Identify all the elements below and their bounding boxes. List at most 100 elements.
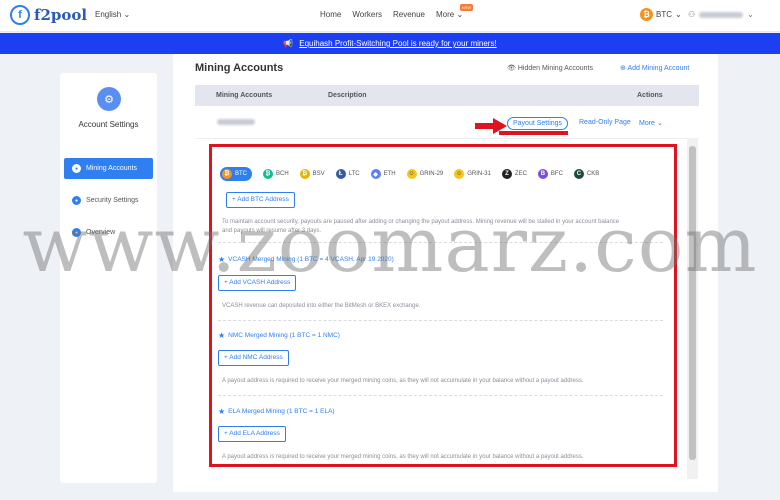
sidebar-item-overview[interactable]: ● Overview: [64, 222, 153, 243]
red-arrow-icon: [475, 118, 507, 134]
logo[interactable]: f f2pool: [10, 5, 87, 25]
btc-note-line1: To maintain account security, payouts ar…: [222, 219, 620, 225]
add-mining-account-link[interactable]: ⊕ Add Mining Account: [620, 64, 689, 72]
payout-settings-panel: ₿ BTC ₿ BCH ₿ BSV Ł LTC ◆ ETH ☺ GRIN-29: [209, 144, 677, 467]
add-vcash-address-button[interactable]: + Add VCASH Address: [218, 275, 297, 291]
coin-tab-bsv[interactable]: ₿ BSV: [299, 169, 325, 179]
username-blurred: [699, 11, 744, 18]
ltc-icon: Ł: [335, 169, 346, 179]
vcash-section-title: ★ VCASH Merged Mining (1 BTC = 4 VCASH, …: [218, 255, 394, 264]
coin-label: CKB: [586, 171, 600, 177]
language-label: English: [95, 10, 122, 19]
coin-tab-grin-31[interactable]: ☺ GRIN-31: [454, 169, 491, 179]
nav-item-home[interactable]: Home: [320, 10, 341, 19]
coin-selector-label: BTC: [656, 10, 672, 19]
nmc-section-title: ★ NMC Merged Mining (1 BTC = 1 NMC): [218, 331, 340, 340]
btc-icon: ₿: [222, 169, 232, 179]
section-divider: [218, 242, 663, 243]
coin-tab-bfc[interactable]: B BFC: [537, 169, 563, 179]
chevron-down-icon: ⌄: [656, 120, 663, 127]
coin-label: LTC: [348, 171, 360, 177]
add-btc-address-button[interactable]: + Add BTC Address: [226, 192, 295, 208]
nav-more-label: More: [436, 10, 455, 19]
hidden-accounts-label: Hidden Mining Accounts: [517, 65, 593, 72]
plus-circle-icon: ⊕: [620, 65, 626, 72]
star-icon: ★: [218, 407, 226, 416]
coin-tab-zec[interactable]: Z ZEC: [501, 169, 527, 179]
col-header-account: Mining Accounts: [216, 92, 273, 99]
coin-tab-ckb[interactable]: C CKB: [573, 169, 600, 179]
coin-label: ZEC: [514, 171, 527, 177]
read-only-page-link[interactable]: Read-Only Page: [579, 119, 631, 126]
chevron-down-icon: ⌄: [456, 10, 464, 19]
hidden-accounts-link[interactable]: 👁 Hidden Mining Accounts: [507, 64, 593, 72]
chevron-down-icon: ⌄: [675, 10, 682, 19]
account-name-blurred: [217, 119, 255, 125]
ckb-icon: C: [573, 169, 584, 179]
coin-label: GRIN-31: [467, 171, 491, 177]
coin-selector[interactable]: ₿ BTC ⌄: [640, 8, 682, 21]
eth-icon: ◆: [370, 169, 381, 179]
bfc-icon: B: [537, 169, 548, 179]
grin-icon: ☺: [454, 169, 465, 179]
coin-tab-bch[interactable]: ₿ BCH: [263, 169, 289, 179]
table-row: Payout Settings Read-Only Page More ⌄: [195, 107, 699, 139]
sidebar-title: Account Settings: [78, 120, 139, 129]
btc-coin-icon: ₿: [640, 8, 653, 21]
table-header: Mining Accounts Description Actions: [195, 85, 699, 106]
sidebar-item-security-settings[interactable]: ● Security Settings: [64, 190, 153, 211]
nav-item-revenue[interactable]: Revenue: [393, 10, 425, 19]
nav-item-more[interactable]: More ⌄ NEW: [436, 4, 474, 19]
ela-note: A payout address is required to receive …: [222, 454, 584, 460]
coin-tab-grin-29[interactable]: ☺ GRIN-29: [406, 169, 443, 179]
more-dropdown[interactable]: More ⌄: [639, 119, 663, 127]
more-label: More: [639, 120, 655, 127]
top-nav: f f2pool English ⌄ Home Workers Revenue …: [0, 0, 780, 32]
megaphone-icon: 📢: [283, 39, 294, 48]
btc-payout-note: To maintain account security, payouts ar…: [222, 218, 662, 236]
overview-icon: ●: [72, 228, 81, 237]
nmc-title-text: NMC Merged Mining (1 BTC = 1 NMC): [228, 332, 340, 339]
coin-tab-ltc[interactable]: Ł LTC: [335, 169, 360, 179]
chevron-down-icon: ⌄: [123, 10, 131, 19]
coin-tab-eth[interactable]: ◆ ETH: [370, 169, 396, 179]
eye-icon: 👁: [507, 65, 516, 72]
col-header-actions: Actions: [637, 92, 663, 99]
sidebar-item-mining-accounts[interactable]: ● Mining Accounts: [64, 158, 153, 179]
bsv-icon: ₿: [299, 169, 310, 179]
coin-label: BCH: [276, 171, 289, 177]
coin-label: ETH: [383, 171, 396, 177]
add-nmc-address-button[interactable]: + Add NMC Address: [218, 350, 289, 366]
shield-icon: ●: [72, 196, 81, 205]
banner-link[interactable]: Equihash Profit-Switching Pool is ready …: [299, 39, 496, 48]
coin-tabs: ₿ BTC ₿ BCH ₿ BSV Ł LTC ◆ ETH ☺ GRIN-29: [220, 167, 599, 181]
main-content: Mining Accounts 👁 Hidden Mining Accounts…: [173, 54, 718, 492]
scrollbar-thumb[interactable]: [689, 146, 696, 460]
coin-label: BFC: [550, 171, 563, 177]
vcash-title-text: VCASH Merged Mining (1 BTC = 4 VCASH, Ap…: [228, 256, 394, 263]
col-header-description: Description: [328, 92, 367, 99]
vcash-note: VCASH revenue can deposited into either …: [222, 303, 421, 309]
new-badge: NEW: [459, 4, 474, 11]
language-selector[interactable]: English ⌄: [95, 10, 130, 19]
bch-icon: ₿: [263, 169, 273, 179]
user-menu[interactable]: ⚇ ⌄: [688, 10, 754, 19]
payout-settings-button[interactable]: Payout Settings: [507, 117, 569, 130]
nav-item-workers[interactable]: Workers: [352, 10, 382, 19]
star-icon: ★: [218, 255, 226, 264]
user-icon: ⚇: [688, 10, 696, 19]
add-ela-address-button[interactable]: + Add ELA Address: [218, 426, 286, 442]
chevron-down-icon: ⌄: [747, 10, 754, 19]
grin-icon: ☺: [406, 169, 417, 179]
nav-menu: Home Workers Revenue More ⌄ NEW: [320, 4, 474, 19]
sidebar-item-label: Mining Accounts: [86, 165, 137, 172]
section-divider: [218, 320, 663, 321]
announcement-banner[interactable]: 📢 Equihash Profit-Switching Pool is read…: [0, 33, 780, 54]
nmc-note: A payout address is required to receive …: [222, 378, 584, 384]
gear-icon: ⚙: [97, 87, 121, 111]
page-title: Mining Accounts: [195, 62, 284, 74]
coin-tab-btc[interactable]: ₿ BTC: [220, 167, 252, 181]
scrollbar[interactable]: [687, 138, 698, 479]
sidebar-item-label: Overview: [86, 229, 116, 236]
sidebar-item-label: Security Settings: [86, 197, 139, 204]
